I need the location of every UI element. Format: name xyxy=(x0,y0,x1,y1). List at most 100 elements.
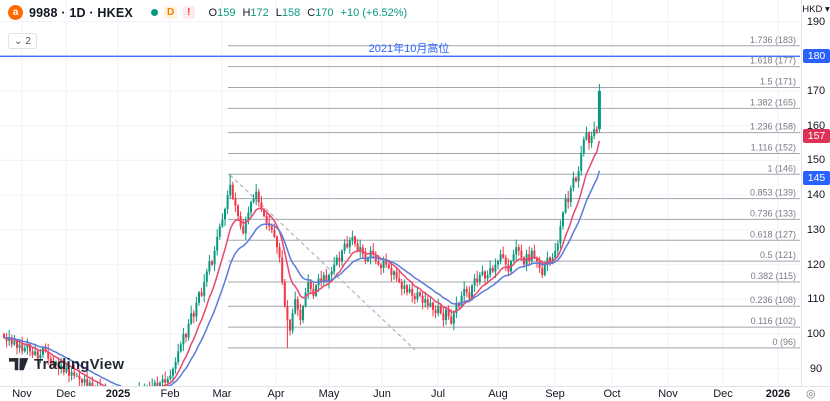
price-axis-tick: 120 xyxy=(802,258,830,272)
candlestick xyxy=(533,251,535,258)
candlestick xyxy=(396,272,398,279)
candlestick xyxy=(398,278,400,281)
candlestick xyxy=(273,230,275,237)
tradingview-logo[interactable]: TradingView xyxy=(9,356,124,373)
candlestick xyxy=(169,376,171,379)
candlestick xyxy=(388,265,390,268)
candlestick xyxy=(216,237,218,251)
currency-toggle[interactable]: HKD ▾ xyxy=(802,4,830,15)
candlestick xyxy=(341,251,343,261)
candlestick xyxy=(557,244,559,251)
candlestick xyxy=(13,341,15,344)
candlestick xyxy=(351,237,353,240)
candlestick xyxy=(203,282,205,296)
candlestick xyxy=(234,199,236,206)
candlestick xyxy=(331,272,333,275)
delayed-data-badge[interactable]: D xyxy=(164,6,177,19)
candlestick xyxy=(377,261,379,264)
candlestick xyxy=(380,265,382,268)
candlestick xyxy=(81,379,83,382)
candlestick xyxy=(513,254,515,261)
price-axis[interactable]: HKD ▾ 1901801701601501401301201101009018… xyxy=(801,0,830,386)
price-chart-plot[interactable]: 2021年10月高位1.736 (183)1.618 (177)1.5 (171… xyxy=(0,0,801,386)
fib-level-label: 0.618 (127) xyxy=(750,229,796,239)
candlestick xyxy=(292,313,294,330)
time-axis-tick: Aug xyxy=(488,388,508,400)
market-status-dot-icon[interactable] xyxy=(151,9,158,16)
candlestick xyxy=(432,303,434,310)
candlestick xyxy=(299,310,301,320)
price-axis-tick: 140 xyxy=(802,188,830,202)
candlestick xyxy=(281,258,283,282)
candlestick xyxy=(338,258,340,261)
symbol-title[interactable]: 9988 · 1D · HKEX xyxy=(29,6,133,20)
symbol-logo-icon: a xyxy=(8,5,23,20)
fib-level-label: 1.618 (177) xyxy=(750,56,796,66)
change-value: +10 (+6.52%) xyxy=(341,7,408,19)
candlestick xyxy=(442,313,444,320)
candlestick xyxy=(567,199,569,202)
candlestick xyxy=(484,272,486,279)
candlestick xyxy=(224,209,226,219)
candlestick xyxy=(357,244,359,251)
candlestick xyxy=(349,240,351,247)
candlestick xyxy=(409,289,411,292)
candlestick xyxy=(32,351,34,354)
indicators-collapse-button[interactable]: ⌄ 2 xyxy=(8,33,37,49)
candlestick xyxy=(422,296,424,303)
time-axis-tick: Dec xyxy=(56,388,76,400)
fib-level-label: 0.853 (139) xyxy=(750,188,796,198)
candlestick xyxy=(383,261,385,268)
chevron-down-icon: ⌄ xyxy=(14,36,22,47)
fib-level-label: 0.382 (115) xyxy=(751,271,796,281)
candlestick xyxy=(336,258,338,265)
time-axis-tick: Apr xyxy=(267,388,284,400)
candlestick xyxy=(424,299,426,302)
fib-level-label: 1.736 (183) xyxy=(750,35,796,45)
candlestick xyxy=(276,237,278,247)
candlestick xyxy=(385,261,387,264)
candlestick xyxy=(214,251,216,265)
candlestick xyxy=(297,299,299,309)
alert-badge[interactable]: ! xyxy=(183,6,194,19)
candlestick xyxy=(390,268,392,275)
candlestick xyxy=(232,185,234,199)
candlestick xyxy=(539,261,541,268)
price-axis-tick: 170 xyxy=(802,84,830,98)
fib-level-label: 1.5 (171) xyxy=(760,76,796,86)
candlestick xyxy=(427,299,429,306)
candlestick xyxy=(593,129,595,136)
indicator-count: 2 xyxy=(25,36,31,47)
candlestick xyxy=(578,171,580,181)
time-axis-tick: Nov xyxy=(658,388,678,400)
time-axis[interactable]: NovDec2025FebMarAprMayJunJulAugSepOctNov… xyxy=(0,386,830,401)
candlestick xyxy=(531,251,533,261)
candlestick xyxy=(437,306,439,313)
candlestick xyxy=(474,278,476,285)
fib-level-label: 0 (96) xyxy=(772,337,796,347)
candlestick xyxy=(419,292,421,295)
candlestick xyxy=(468,292,470,299)
candlestick xyxy=(554,251,556,258)
candlestick xyxy=(494,265,496,272)
candlestick xyxy=(279,247,281,257)
candlestick xyxy=(237,206,239,216)
price-axis-tick: 90 xyxy=(802,362,830,376)
candlestick xyxy=(258,192,260,202)
candlestick xyxy=(479,275,481,282)
candlestick xyxy=(414,296,416,299)
scale-settings-icon[interactable]: ◎ xyxy=(806,387,816,400)
candlestick xyxy=(588,133,590,143)
candlestick xyxy=(585,133,587,140)
candlestick xyxy=(344,244,346,251)
fib-level-label: 0.5 (121) xyxy=(760,250,796,260)
candlestick xyxy=(294,299,296,313)
candlestick xyxy=(401,282,403,289)
candlestick xyxy=(354,237,356,244)
candlestick xyxy=(523,258,525,265)
candlestick xyxy=(172,369,174,376)
candlestick xyxy=(182,334,184,344)
candlestick xyxy=(21,344,23,351)
time-axis-tick: 2026 xyxy=(766,388,790,400)
candlestick xyxy=(167,379,169,382)
